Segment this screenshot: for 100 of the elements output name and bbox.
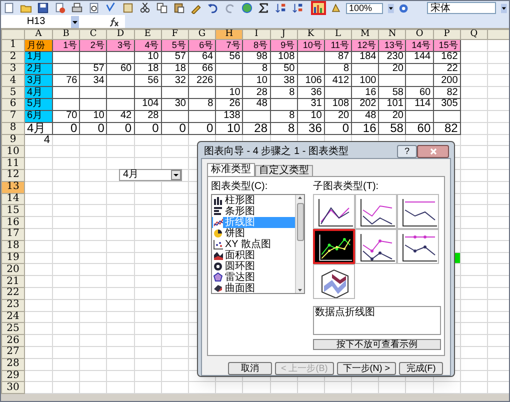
row-header[interactable]: 1 <box>2 40 24 52</box>
print-preview-icon[interactable] <box>88 2 100 14</box>
chart-wizard-button[interactable] <box>311 1 326 15</box>
dialog-button[interactable]: 取消 <box>228 362 272 375</box>
row-header[interactable]: 2 <box>2 51 24 64</box>
row-header[interactable]: 8 <box>2 122 24 134</box>
row-header[interactable]: 18 <box>2 240 24 252</box>
sort-ascending-icon[interactable] <box>275 2 287 14</box>
row-header[interactable]: 6 <box>2 98 24 110</box>
chart-type-item[interactable]: 面积图 <box>212 250 295 261</box>
dialog-button[interactable]: 完成(F) <box>399 362 443 375</box>
row-header[interactable]: 19 <box>2 252 24 264</box>
table-cell: 230 <box>378 51 406 64</box>
row-header[interactable]: 7 <box>2 110 24 122</box>
column-header[interactable]: B <box>52 30 80 40</box>
row-header[interactable]: 25 <box>2 322 24 335</box>
zoom-field[interactable]: 100% <box>346 2 384 14</box>
row-header[interactable]: 10 <box>2 146 24 158</box>
row-header[interactable]: 29 <box>2 370 24 382</box>
sort-descending-icon[interactable] <box>292 2 304 14</box>
sum-icon[interactable] <box>258 2 270 14</box>
cut-icon[interactable] <box>139 2 151 14</box>
dropdown-icon[interactable] <box>71 16 79 28</box>
column-header[interactable]: A <box>24 30 52 40</box>
chart-type-item[interactable]: 柱形图 <box>212 195 295 206</box>
dialog-tab[interactable]: 自定义类型 <box>255 165 313 176</box>
dropdown-icon[interactable] <box>388 2 394 14</box>
dialog-button[interactable]: 下一步(N) > <box>336 362 396 375</box>
subtype-thumbnail[interactable] <box>355 194 397 229</box>
scrollbar[interactable] <box>295 195 304 293</box>
dialog-tab[interactable]: 标准类型 <box>207 163 255 176</box>
row-header[interactable]: 30 <box>2 382 24 394</box>
row-header[interactable]: 12 <box>2 169 24 182</box>
close-button[interactable] <box>417 145 449 158</box>
column-header[interactable]: J <box>270 30 298 40</box>
column-header[interactable]: O <box>406 30 434 40</box>
copy-icon[interactable] <box>156 2 168 14</box>
column-header[interactable]: F <box>161 30 188 40</box>
column-header[interactable]: N <box>378 30 406 40</box>
column-header[interactable]: M <box>352 30 379 40</box>
help-button[interactable]: ? <box>397 145 417 158</box>
function-icon[interactable] <box>109 16 119 26</box>
print-icon[interactable] <box>71 2 83 14</box>
chart-type-item[interactable]: XY 散点图 <box>212 239 295 250</box>
column-header[interactable]: D <box>106 30 134 40</box>
row-header[interactable]: 15 <box>2 204 24 217</box>
chart-type-item[interactable]: 圆环图 <box>212 261 295 272</box>
row-header[interactable]: 17 <box>2 228 24 240</box>
column-header[interactable]: K <box>297 30 324 40</box>
row-header[interactable]: 22 <box>2 287 24 300</box>
row-header[interactable]: 20 <box>2 264 24 276</box>
row-header[interactable]: 21 <box>2 276 24 288</box>
chart-type-item[interactable]: 雷达图 <box>212 272 295 283</box>
column-header[interactable]: L <box>324 30 352 40</box>
chart-type-item[interactable]: 条形图 <box>212 206 295 217</box>
row-header[interactable]: 24 <box>2 311 24 323</box>
preview-button[interactable]: 按下不放可查看示例 <box>313 339 441 350</box>
table-cell: 64 <box>188 51 216 64</box>
paste-icon[interactable] <box>173 2 185 14</box>
column-header[interactable]: H <box>216 30 243 40</box>
column-header[interactable]: C <box>80 30 107 40</box>
row-header[interactable]: 5 <box>2 86 24 98</box>
row-header[interactable]: 9 <box>2 134 24 146</box>
spelling-icon[interactable] <box>105 2 117 14</box>
row-header[interactable]: 4 <box>2 74 24 87</box>
dropdown-icon[interactable] <box>501 2 508 14</box>
chart-type-item[interactable]: 曲面图 <box>212 283 295 293</box>
chart-type-item[interactable]: 饼图 <box>212 228 295 239</box>
font-field[interactable]: 宋体 <box>427 2 496 14</box>
column-header[interactable]: G <box>188 30 216 40</box>
month-dropdown[interactable]: 4月 <box>119 169 182 181</box>
subtype-thumbnail[interactable] <box>313 264 355 299</box>
formula-field[interactable] <box>125 15 509 28</box>
scroll-down-icon[interactable] <box>297 287 303 293</box>
subtype-thumbnail[interactable] <box>355 229 397 264</box>
subtype-thumbnail[interactable] <box>397 194 439 229</box>
row-header[interactable]: 28 <box>2 358 24 370</box>
row-header[interactable]: 13 <box>2 181 24 194</box>
subtype-thumbnail[interactable] <box>313 194 355 229</box>
row-header[interactable]: 14 <box>2 193 24 205</box>
scroll-up-icon[interactable] <box>297 195 303 201</box>
help-icon[interactable] <box>399 2 408 14</box>
drawing-icon[interactable] <box>331 2 341 14</box>
table-cell: 70 <box>52 110 80 122</box>
row-header[interactable]: 27 <box>2 346 24 358</box>
undo-icon[interactable] <box>207 2 219 14</box>
save-icon[interactable] <box>37 2 49 14</box>
row-header[interactable]: 23 <box>2 299 24 312</box>
row-header[interactable]: 26 <box>2 334 24 346</box>
column-header[interactable]: I <box>242 30 270 40</box>
row-header[interactable]: 11 <box>2 158 24 170</box>
row-header[interactable]: 3 <box>2 63 24 75</box>
row-header[interactable]: 16 <box>2 216 24 228</box>
new-document-icon[interactable] <box>3 2 15 14</box>
table-cell: 82 <box>433 86 460 98</box>
column-header[interactable]: Q <box>460 30 488 40</box>
subtype-thumbnail[interactable] <box>313 229 355 264</box>
column-header[interactable]: P <box>433 30 460 40</box>
column-header[interactable]: E <box>134 30 162 40</box>
subtype-thumbnail[interactable] <box>397 229 439 264</box>
